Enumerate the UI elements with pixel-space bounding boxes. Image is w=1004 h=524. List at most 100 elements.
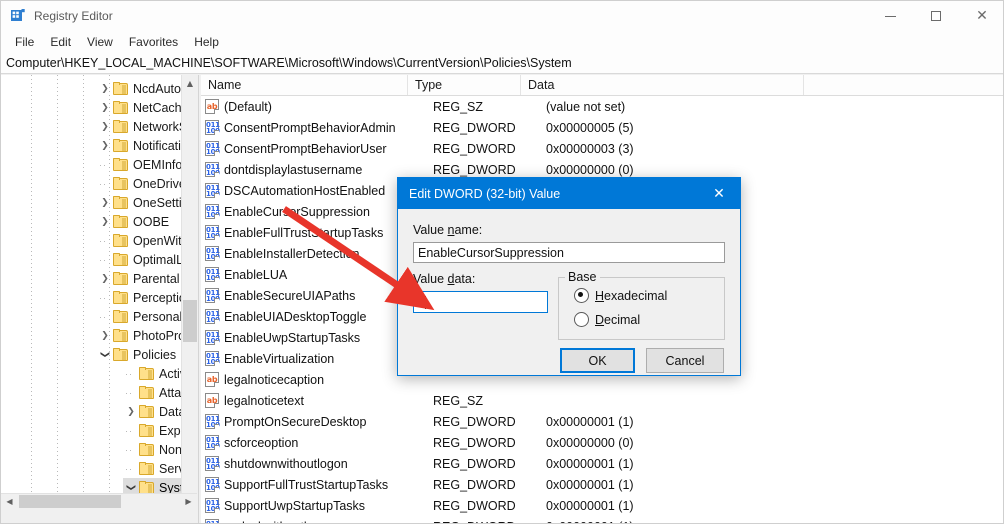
registry-editor-icon <box>10 8 26 24</box>
tree-item-openwith[interactable]: OpenWith <box>97 231 189 250</box>
menu-help[interactable]: Help <box>186 33 227 51</box>
chevron-down-icon[interactable]: ❯ <box>96 347 115 363</box>
table-row[interactable]: 011 100 PromptOnSecureDesktop REG_DWORD 0x00… <box>201 411 1003 432</box>
menu-favorites[interactable]: Favorites <box>121 33 186 51</box>
scroll-right-icon[interactable]: ▶ <box>180 494 197 509</box>
radio-hexadecimal[interactable]: Hexadecimal <box>574 288 667 303</box>
cell-type: REG_DWORD <box>433 456 516 471</box>
menu-view[interactable]: View <box>79 33 121 51</box>
folder-icon <box>113 234 128 247</box>
cell-name: 011 100 ConsentPromptBehaviorUser <box>205 138 387 159</box>
cell-name: 011 100 scforceoption <box>205 432 298 453</box>
table-row[interactable]: ab legalnoticetext REG_SZ <box>201 390 1003 411</box>
menu-file[interactable]: File <box>7 33 42 51</box>
dword-value-icon: 011100 <box>205 477 220 492</box>
tree-horizontal-scrollbar[interactable]: ◀ ▶ <box>1 493 197 509</box>
cell-name: 011 100 EnableInstallerDetection <box>205 243 360 264</box>
table-row[interactable]: 011 100 SupportFullTrustStartupTasks REG_DW… <box>201 474 1003 495</box>
value-name: EnableLUA <box>224 267 288 282</box>
tree-guide-stub <box>126 450 133 451</box>
menu-edit[interactable]: Edit <box>42 33 79 51</box>
cell-data: 0x00000005 (5) <box>546 120 634 135</box>
value-name: PromptOnSecureDesktop <box>224 414 367 429</box>
tree-guide-line <box>31 75 32 509</box>
cell-name: 011 100 EnableUIADesktopToggle <box>205 306 366 327</box>
maximize-button[interactable] <box>913 1 959 31</box>
dword-value-icon: 011100 <box>205 498 220 513</box>
folder-icon <box>139 443 154 456</box>
cell-name: 011 100 PromptOnSecureDesktop <box>205 411 366 432</box>
cell-name: 011 100 DSCAutomationHostEnabled <box>205 180 385 201</box>
close-button[interactable]: ✕ <box>959 1 1003 31</box>
column-header-extra[interactable] <box>804 75 1003 95</box>
table-row[interactable]: ab (Default) REG_SZ (value not set) <box>201 96 1003 117</box>
table-row[interactable]: 011 100 ConsentPromptBehaviorUser REG_DWORD… <box>201 138 1003 159</box>
dialog-title: Edit DWORD (32-bit) Value <box>409 186 561 201</box>
dialog-body: Value name: EnableCursorSuppression Valu… <box>398 209 740 377</box>
value-name: EnableUIADesktopToggle <box>224 309 367 324</box>
folder-icon <box>113 101 128 114</box>
minimize-button[interactable] <box>867 1 913 31</box>
folder-icon <box>113 82 128 95</box>
dword-value-icon: 011100 <box>205 162 220 177</box>
column-header-name[interactable]: Name <box>201 75 408 95</box>
scroll-up-icon[interactable]: ▲ <box>182 75 197 92</box>
tree-vscroll-thumb[interactable] <box>183 300 197 342</box>
address-bar[interactable]: Computer\HKEY_LOCAL_MACHINE\SOFTWARE\Mic… <box>1 52 1003 74</box>
table-row[interactable]: 011 100 scforceoption REG_DWORD 0x00000000 (… <box>201 432 1003 453</box>
cell-name: 011 100 EnableUwpStartupTasks <box>205 327 360 348</box>
cancel-button[interactable]: Cancel <box>646 348 724 373</box>
cell-data: 0x00000001 (1) <box>546 498 634 513</box>
tree-item-netcache[interactable]: ❯ NetCache <box>97 98 188 117</box>
tree-item-perception[interactable]: Perception <box>97 288 193 307</box>
chevron-right-icon[interactable]: ❯ <box>97 193 113 212</box>
cell-name: 011 100 EnableCursorSuppression <box>205 201 370 222</box>
cell-name: 011 100 SupportUwpStartupTasks <box>205 495 365 516</box>
title-bar: Registry Editor ✕ <box>1 1 1003 31</box>
chevron-right-icon[interactable]: ❯ <box>97 136 113 155</box>
value-data-input[interactable]: 0 <box>413 291 548 313</box>
value-name: DSCAutomationHostEnabled <box>224 183 386 198</box>
tree-item-photoprop[interactable]: ❯ PhotoProp <box>97 326 192 345</box>
tree-hscroll-thumb[interactable] <box>19 495 121 508</box>
chevron-right-icon[interactable]: ❯ <box>97 326 113 345</box>
folder-icon <box>113 329 128 342</box>
table-row[interactable]: 011 100 SupportUwpStartupTasks REG_DWORD 0x0… <box>201 495 1003 516</box>
cell-data: 0x00000003 (3) <box>546 141 634 156</box>
menu-bar: File Edit View Favorites Help <box>1 31 1003 52</box>
scroll-left-icon[interactable]: ◀ <box>1 494 18 509</box>
radio-decimal-label: Decimal <box>595 312 641 327</box>
tree-vertical-scrollbar[interactable]: ▲ ▼ <box>181 75 197 509</box>
ok-button[interactable]: OK <box>560 348 635 373</box>
chevron-right-icon[interactable]: ❯ <box>97 79 113 98</box>
chevron-right-icon[interactable]: ❯ <box>97 269 113 288</box>
column-header-type[interactable]: Type <box>408 75 521 95</box>
value-name-input[interactable]: EnableCursorSuppression <box>413 242 725 263</box>
table-row[interactable]: 011 100 shutdownwithoutlogon REG_DWORD 0x000… <box>201 453 1003 474</box>
cell-name: ab legalnoticecaption <box>205 369 324 390</box>
dialog-close-button[interactable]: ✕ <box>698 178 740 209</box>
cell-name: 011 100 ConsentPromptBehaviorAdmin <box>205 117 396 138</box>
radio-decimal[interactable]: Decimal <box>574 312 640 327</box>
cell-type: REG_DWORD <box>433 477 516 492</box>
chevron-right-icon[interactable]: ❯ <box>123 402 139 421</box>
tree-item-policies[interactable]: ❯ Policies <box>97 345 176 364</box>
tree-guide-stub <box>126 393 133 394</box>
chevron-right-icon[interactable]: ❯ <box>97 98 113 117</box>
registry-tree-panel[interactable]: ❯ NcdAutoSe ❯ NetCache ❯ NetworkSer ❯ Notificat… <box>1 75 197 509</box>
string-value-icon: ab <box>205 393 219 408</box>
folder-icon <box>139 405 154 418</box>
cell-name: 011 100 EnableFullTrustStartupTasks <box>205 222 383 243</box>
value-name: ConsentPromptBehaviorUser <box>224 141 387 156</box>
radio-dot-icon <box>574 288 589 303</box>
table-row[interactable]: 011100 undockwithoutlogon REG_DWORD 0x00000… <box>201 516 1003 523</box>
base-group <box>558 277 725 340</box>
value-name: SupportUwpStartupTasks <box>224 498 366 513</box>
tree-item-oobe[interactable]: ❯ OOBE <box>97 212 169 231</box>
column-header-data[interactable]: Data <box>521 75 804 95</box>
chevron-right-icon[interactable]: ❯ <box>97 117 113 136</box>
value-name: EnableSecureUIAPaths <box>224 288 356 303</box>
chevron-right-icon[interactable]: ❯ <box>97 212 113 231</box>
cell-data: 0x00000001 (1) <box>546 456 634 471</box>
table-row[interactable]: 011 100 ConsentPromptBehaviorAdmin REG_DWOR… <box>201 117 1003 138</box>
